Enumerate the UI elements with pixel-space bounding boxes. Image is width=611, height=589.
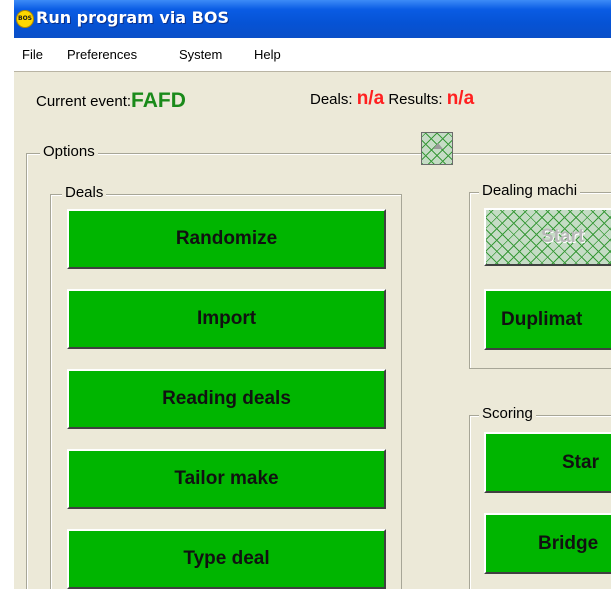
menu-bar: File Preferences System Help [14, 38, 611, 72]
bridgemate-label: Bridge [538, 532, 599, 554]
scoring-start-button[interactable]: Star [484, 432, 611, 493]
menu-help[interactable]: Help [254, 47, 281, 62]
menu-preferences[interactable]: Preferences [67, 47, 137, 62]
type-deal-label: Type deal [183, 548, 270, 569]
tailor-make-label: Tailor make [174, 468, 279, 489]
deals-group-label: Deals [62, 184, 107, 201]
duplimate-button[interactable]: Duplimat [484, 289, 611, 350]
collapse-options-button[interactable] [421, 132, 453, 165]
type-deal-button[interactable]: Type deal [67, 529, 386, 589]
import-button[interactable]: Import [67, 289, 386, 349]
import-label: Import [196, 308, 257, 329]
deals-results-status: Deals: n/a Results: n/a [310, 88, 474, 110]
scoring-group-label: Scoring [479, 405, 536, 422]
bos-window: BOS Run program via BOS File Preferences… [14, 0, 611, 589]
options-group-label: Options [40, 143, 98, 160]
duplimate-label: Duplimat [501, 308, 583, 330]
scoring-start-label: Star [562, 451, 599, 473]
randomize-button[interactable]: Randomize [67, 209, 386, 269]
title-bar[interactable]: BOS Run program via BOS [14, 0, 611, 38]
current-event-status: Current event:FAFD [36, 88, 186, 112]
bos-app-icon: BOS [16, 10, 34, 28]
menu-system[interactable]: System [179, 47, 222, 62]
bridgemate-button[interactable]: Bridge [484, 513, 611, 574]
results-label: Results: [388, 91, 443, 108]
window-title: Run program via BOS [36, 8, 229, 27]
randomize-label: Randomize [175, 228, 278, 249]
reading-deals-button[interactable]: Reading deals [67, 369, 386, 429]
menu-file[interactable]: File [22, 47, 43, 62]
dealing-start-button[interactable]: Start [484, 208, 611, 266]
dealing-start-label: Start [541, 226, 585, 247]
deals-value: n/a [356, 88, 385, 109]
tailor-make-button[interactable]: Tailor make [67, 449, 386, 509]
up-arrow-icon [433, 143, 443, 149]
deals-label: Deals: [310, 91, 353, 108]
current-event-label: Current event: [36, 93, 132, 110]
reading-deals-label: Reading deals [162, 388, 291, 409]
current-event-value: FAFD [131, 89, 186, 112]
results-value: n/a [446, 88, 475, 109]
dealing-machine-group-label: Dealing machi [479, 182, 581, 199]
